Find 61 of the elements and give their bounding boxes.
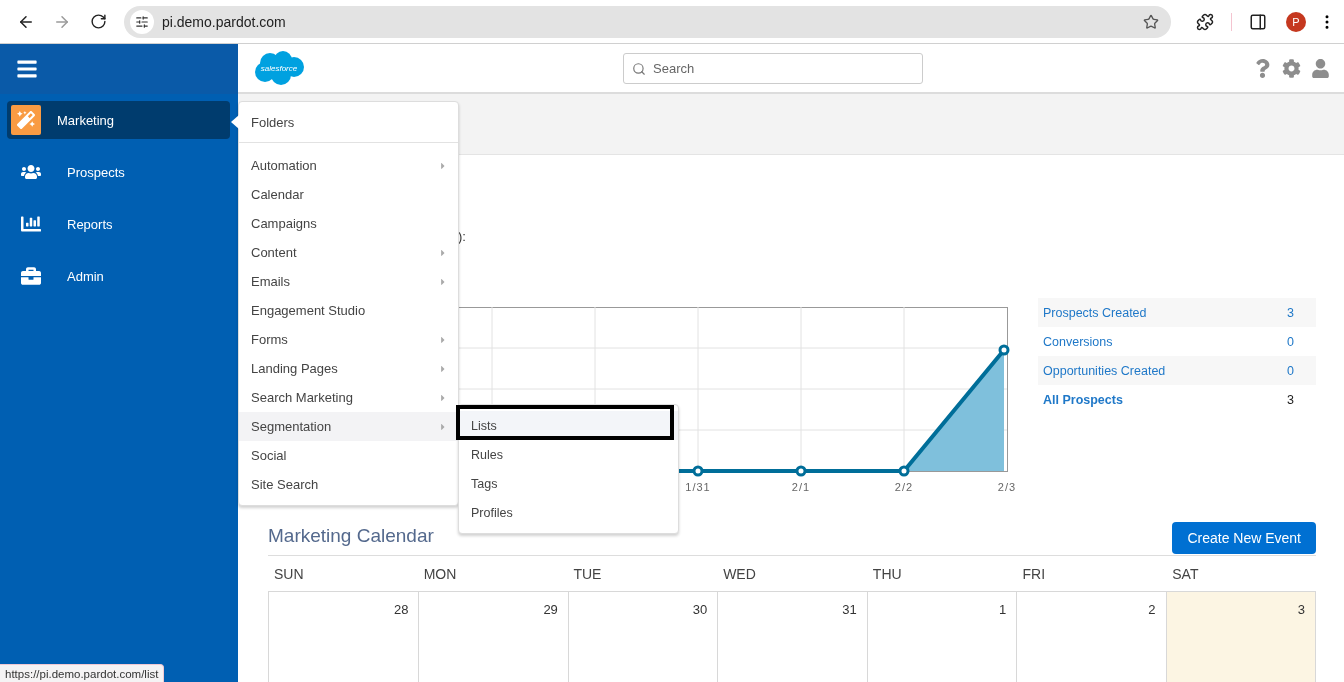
menu-item[interactable]: Social	[239, 441, 458, 470]
url-text: pi.demo.pardot.com	[162, 13, 287, 30]
profile-avatar[interactable]: P	[1286, 11, 1306, 32]
menu-item[interactable]: Forms	[239, 325, 458, 354]
weekday-label: FRI	[1021, 565, 1047, 582]
menu-item[interactable]: Emails	[239, 267, 458, 296]
menu-item[interactable]: Site Search	[239, 470, 458, 499]
settings-icon[interactable]	[1282, 58, 1301, 78]
calendar-day-cell[interactable]: 3	[1165, 592, 1315, 682]
weekday-label: WED	[722, 565, 757, 582]
stat-link[interactable]: All Prospects	[1043, 392, 1123, 407]
weekday-label: SAT	[1171, 565, 1200, 582]
sidebar-item[interactable]: Marketing	[7, 101, 230, 139]
weekday-label: SUN	[273, 565, 305, 582]
axis-label: 2/1	[791, 481, 811, 493]
calendar-title: Marketing Calendar	[268, 525, 434, 547]
menu-item[interactable]: Campaigns	[239, 209, 458, 238]
submenu-item[interactable]: Tags	[459, 469, 678, 498]
site-settings-icon[interactable]	[130, 9, 154, 34]
stat-link[interactable]: Conversions	[1043, 334, 1113, 349]
stat-value: 3	[1287, 392, 1294, 407]
user-icon[interactable]	[1311, 58, 1330, 78]
stat-link[interactable]: Prospects Created	[1043, 305, 1147, 320]
menu-item[interactable]: Segmentation	[239, 412, 458, 441]
stat-value[interactable]: 0	[1287, 334, 1294, 349]
axis-label: 2/3	[997, 481, 1017, 493]
logo-text: salesforce	[260, 63, 298, 73]
weekday-label: TUE	[572, 565, 603, 582]
weekday-label: MON	[422, 565, 458, 582]
menu-item[interactable]: Calendar	[239, 180, 458, 209]
create-event-button[interactable]: Create New Event	[1172, 522, 1316, 554]
status-url: https://pi.demo.pardot.com/list	[0, 664, 165, 682]
briefcase-icon	[21, 266, 41, 286]
menu-item[interactable]: Automation	[239, 151, 458, 180]
sidebar-item[interactable]: Prospects	[7, 153, 230, 191]
menu-item[interactable]: Content	[239, 238, 458, 267]
axis-label: 2/2	[894, 481, 914, 493]
submenu-item[interactable]: Profiles	[459, 498, 678, 527]
menu-icon[interactable]	[16, 58, 38, 80]
sidebar-item[interactable]: Admin	[7, 257, 230, 295]
reload-icon[interactable]	[89, 13, 107, 30]
sidebar-item[interactable]: Reports	[7, 205, 230, 243]
menu-item[interactable]: Search Marketing	[239, 383, 458, 412]
bar-chart-icon	[21, 214, 41, 234]
stat-value[interactable]: 0	[1287, 363, 1294, 378]
stat-link[interactable]: Opportunities Created	[1043, 363, 1166, 378]
star-icon[interactable]	[1143, 13, 1159, 30]
search-field[interactable]: Search	[623, 52, 923, 84]
cloud-logo-icon	[253, 50, 305, 86]
people-icon	[21, 162, 41, 182]
address-bar[interactable]: pi.demo.pardot.com	[124, 5, 1171, 38]
menu-item[interactable]: Engagement Studio	[239, 296, 458, 325]
menu-item[interactable]: Folders	[239, 102, 458, 143]
help-icon[interactable]	[1253, 58, 1272, 78]
stat-value[interactable]: 3	[1287, 305, 1294, 320]
search-icon	[632, 61, 646, 76]
submenu-item[interactable]: Rules	[459, 440, 678, 469]
axis-label: 1/31	[685, 481, 711, 493]
weekday-label: THU	[871, 565, 903, 582]
menu-item[interactable]: Landing Pages	[239, 354, 458, 383]
magic-wand-icon	[17, 111, 35, 129]
